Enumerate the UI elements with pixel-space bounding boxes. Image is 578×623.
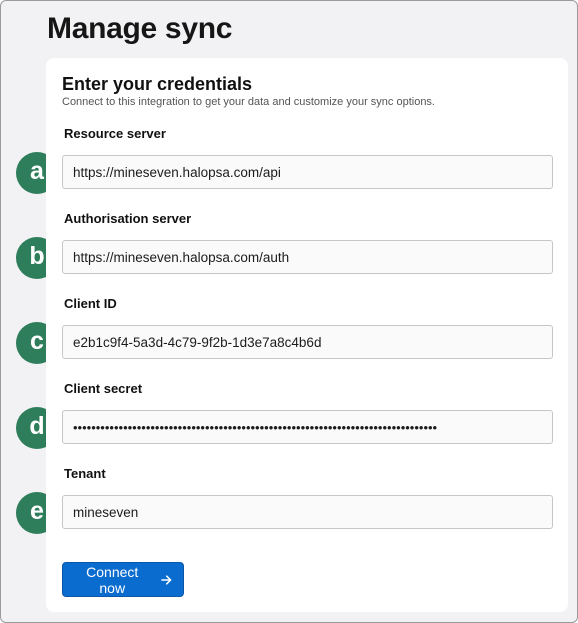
connect-now-button[interactable]: Connect now: [62, 562, 184, 597]
client-secret-input[interactable]: [62, 410, 553, 444]
tenant-input[interactable]: [62, 495, 553, 529]
credentials-card: Enter your credentials Connect to this i…: [46, 58, 568, 612]
resource-server-input[interactable]: [62, 155, 553, 189]
client-id-label: Client ID: [64, 296, 117, 311]
connect-now-label: Connect now: [86, 563, 139, 596]
tenant-label: Tenant: [64, 466, 106, 481]
page-title: Manage sync: [47, 12, 233, 45]
arrow-right-icon: [161, 574, 172, 585]
card-subtitle: Connect to this integration to get your …: [62, 96, 435, 108]
window: Manage sync a b c d e Enter your credent…: [0, 0, 578, 623]
authorisation-server-input[interactable]: [62, 240, 553, 274]
authorisation-server-label: Authorisation server: [64, 211, 192, 226]
client-id-input[interactable]: [62, 325, 553, 359]
card-title: Enter your credentials: [62, 74, 253, 94]
client-secret-label: Client secret: [64, 381, 143, 396]
resource-server-label: Resource server: [64, 126, 166, 141]
